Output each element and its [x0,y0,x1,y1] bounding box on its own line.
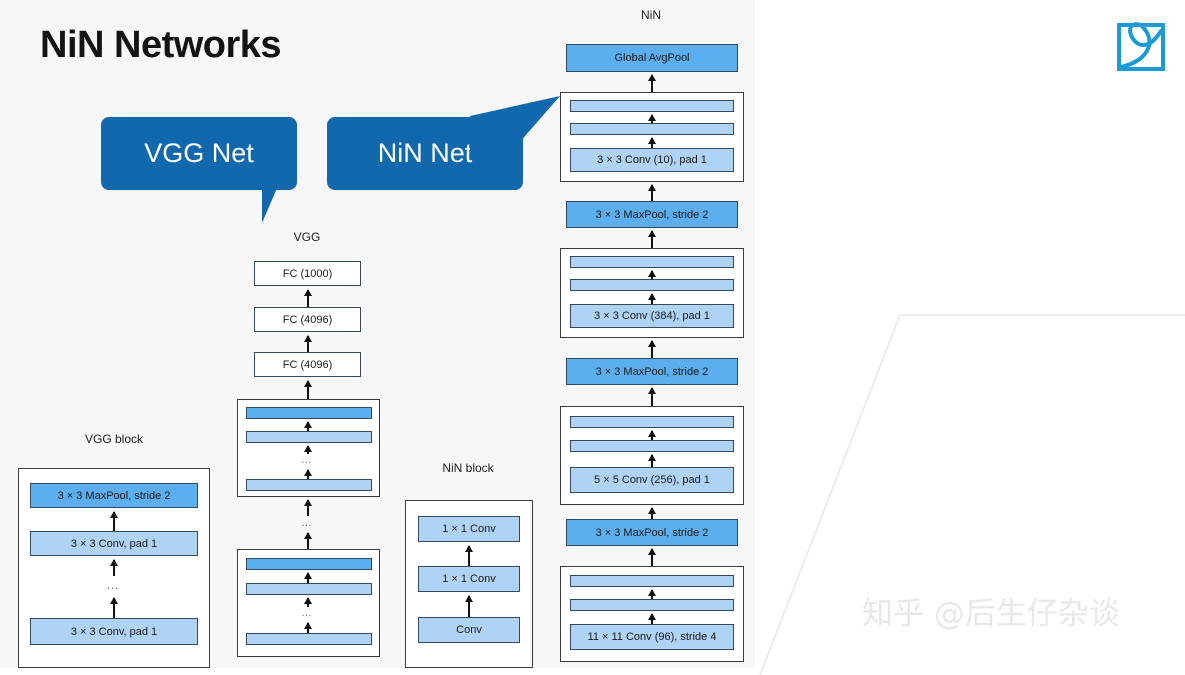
nin-net-block-conv96-bar-mid[interactable] [570,599,734,611]
nin-net-node-maxpool-2[interactable]: 3 × 3 MaxPool, stride 2 [566,358,738,385]
nin-net-node-maxpool-1[interactable]: 3 × 3 MaxPool, stride 2 [566,201,738,228]
callout-nin-net-label: NiN Net [377,138,473,168]
vgg-net-block-upper-bar-maxpool[interactable] [246,407,372,419]
vgg-net-block-lower-bar-maxpool[interactable] [246,558,372,570]
nin-net-block-conv10-node[interactable]: 3 × 3 Conv (10), pad 1 [570,148,734,172]
nin-net-block-conv10-arrow-2 [648,137,655,148]
vgg-net-node-fc4096-bottom-label: FC (4096) [282,358,333,371]
nin-net-arrow-4 [648,340,655,358]
vgg-net-block-lower-ellipsis: … [301,607,313,619]
vgg-net-block-upper-ellipsis: … [301,454,313,466]
vgg-net-block-upper-bar-conv-bottom[interactable] [246,479,372,491]
nin-net-block-conv384-bar-top[interactable] [570,256,734,268]
nin-net-block-conv384-label: 3 × 3 Conv (384), pad 1 [594,310,710,322]
nin-net-arrow-3 [648,230,655,248]
nin-net-block-conv10-bar-top[interactable] [570,100,734,112]
caption-nin-block: NiN block [442,461,494,475]
nin-net-block-conv384-arrow-1 [648,270,655,279]
vgg-net-block-upper-arrow-1 [304,421,311,431]
vgg-net-arrow-fc3 [304,380,311,399]
nin-net-block-conv96-bar-top[interactable] [570,575,734,587]
callout-vgg-net[interactable]: VGG Net [101,117,297,190]
vgg-net-block-lower-bar-conv-bottom[interactable] [246,633,372,645]
nin-net-block-conv96-arrow-1 [648,589,655,599]
nin-net-node-global-avgpool-label: Global AvgPool [614,52,690,64]
vgg-block-node-conv-bottom-label: 3 × 3 Conv, pad 1 [70,625,158,638]
vgg-block-node-maxpool[interactable]: 3 × 3 MaxPool, stride 2 [30,483,198,508]
nin-net-arrow-1 [648,74,655,92]
vgg-block-ellipsis: … [106,577,120,592]
nin-net-block-conv10-label: 3 × 3 Conv (10), pad 1 [597,154,707,166]
vgg-net-block-lower-arrow-3 [304,622,311,633]
nin-net-node-maxpool-1-label: 3 × 3 MaxPool, stride 2 [595,208,709,221]
callout-vgg-net-tail [262,186,288,223]
vgg-net-block-lower-bar-conv-top[interactable] [246,583,372,595]
zhihu-logo-icon [1117,22,1165,71]
nin-net-block-conv96-label: 11 × 11 Conv (96), stride 4 [587,631,717,643]
nin-net-block-conv384-node[interactable]: 3 × 3 Conv (384), pad 1 [570,304,734,328]
nin-net-block-conv10-arrow-1 [648,114,655,123]
vgg-net-block-upper-arrow-3 [304,469,311,479]
caption-vgg-net: VGG [293,230,321,244]
nin-block-node-conv1x1-mid[interactable]: 1 × 1 Conv [418,566,520,592]
nin-net-arrow-6 [648,507,655,519]
vgg-net-node-fc4096-top[interactable]: FC (4096) [254,307,361,332]
nin-net-block-conv96-node[interactable]: 11 × 11 Conv (96), stride 4 [570,624,734,650]
nin-block-node-conv1x1-top[interactable]: 1 × 1 Conv [418,516,520,542]
nin-net-block-conv256-bar-top[interactable] [570,416,734,428]
nin-block-node-conv1x1-top-label: 1 × 1 Conv [442,523,496,535]
callout-nin-net-tail [470,96,560,158]
vgg-net-block-lower-arrow-2 [304,597,311,607]
nin-net-block-conv384-arrow-2 [648,293,655,304]
nin-block-node-conv[interactable]: Conv [418,617,520,643]
vgg-block-node-conv-bottom[interactable]: 3 × 3 Conv, pad 1 [30,618,198,645]
vgg-net-arrow-fc2 [304,335,311,352]
nin-net-arrow-7 [648,548,655,566]
vgg-block-arrow-2 [110,559,117,576]
nin-net-node-maxpool-2-label: 3 × 3 MaxPool, stride 2 [595,365,709,378]
nin-net-block-conv256-arrow-1 [648,430,655,440]
vgg-net-arrow-between-blocks-bottom [304,532,311,549]
nin-net-block-conv10-bar-mid[interactable] [570,123,734,135]
nin-net-node-maxpool-3-label: 3 × 3 MaxPool, stride 2 [595,526,709,539]
vgg-block-node-maxpool-label: 3 × 3 MaxPool, stride 2 [57,489,171,502]
vgg-net-block-upper-bar-conv-top[interactable] [246,431,372,443]
nin-net-block-conv256-arrow-2 [648,454,655,467]
nin-net-node-maxpool-3[interactable]: 3 × 3 MaxPool, stride 2 [566,519,738,546]
vgg-block-node-conv-top[interactable]: 3 × 3 Conv, pad 1 [30,531,198,556]
vgg-net-arrow-fc1 [304,289,311,307]
nin-block-arrow-2 [465,595,472,617]
vgg-block-node-conv-top-label: 3 × 3 Conv, pad 1 [70,537,158,550]
nin-net-arrow-2 [648,184,655,201]
vgg-net-node-fc4096-top-label: FC (4096) [282,313,333,326]
vgg-net-block-upper-arrow-2 [304,445,311,454]
nin-net-arrow-5 [648,387,655,406]
nin-block-node-conv1x1-mid-label: 1 × 1 Conv [442,573,496,585]
vgg-block-arrow-1 [110,511,117,531]
nin-net-block-conv384-bar-mid[interactable] [570,279,734,291]
nin-net-block-conv256-bar-mid[interactable] [570,440,734,452]
nin-net-block-conv96-arrow-2 [648,613,655,624]
caption-nin-net: NiN [641,8,661,22]
vgg-net-node-fc1000[interactable]: FC (1000) [254,261,361,286]
vgg-net-blocks-ellipsis: … [301,517,313,529]
vgg-net-node-fc1000-label: FC (1000) [282,267,333,280]
nin-net-node-global-avgpool[interactable]: Global AvgPool [566,44,738,72]
watermark-text: 知乎 @后生仔杂谈 [862,596,1120,632]
nin-block-node-conv-label: Conv [456,624,482,636]
nin-net-block-conv256-node[interactable]: 5 × 5 Conv (256), pad 1 [570,467,734,493]
vgg-net-arrow-between-blocks-top [304,499,311,516]
page-title: NiN Networks [40,24,282,66]
nin-block-arrow-1 [465,545,472,566]
vgg-block-arrow-3 [110,597,117,618]
vgg-net-node-fc4096-bottom[interactable]: FC (4096) [254,352,361,377]
caption-vgg-block: VGG block [84,432,144,446]
vgg-net-block-lower-arrow-1 [304,572,311,583]
callout-vgg-net-label: VGG Net [144,138,254,168]
nin-net-block-conv256-label: 5 × 5 Conv (256), pad 1 [594,474,710,486]
